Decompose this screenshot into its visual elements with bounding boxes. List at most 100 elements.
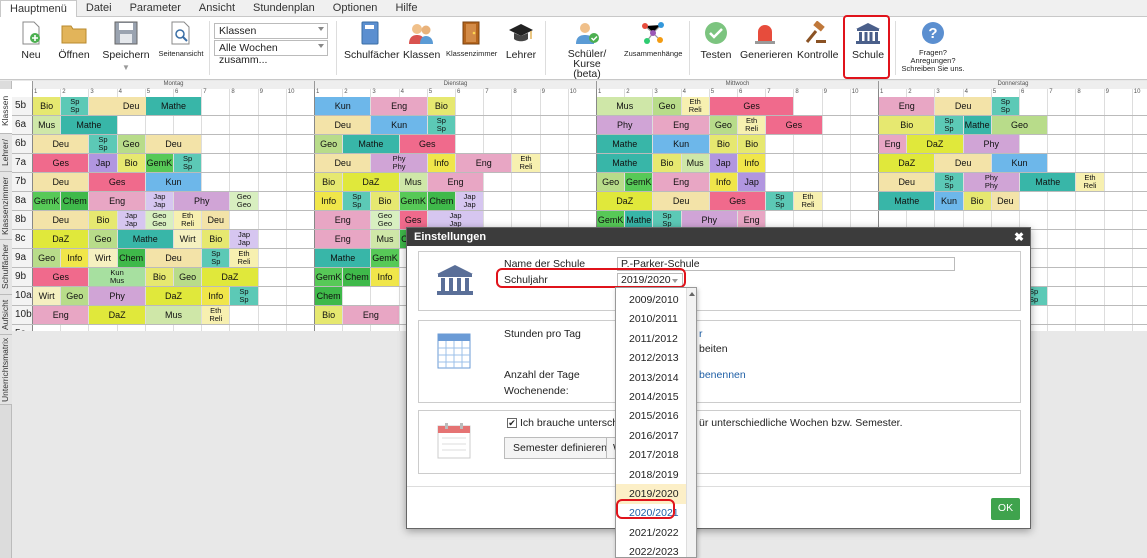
year-option[interactable]: 2014/2015 <box>616 387 687 407</box>
lesson-cell[interactable]: Mathe <box>1020 173 1076 191</box>
lesson-cell[interactable]: Mathe <box>879 192 935 210</box>
lesson-cell[interactable]: Eng <box>653 173 709 191</box>
year-option[interactable]: 2016/2017 <box>616 426 687 446</box>
lesson-cell[interactable]: Mus <box>371 230 399 248</box>
lesson-cell[interactable]: Eng <box>371 97 427 115</box>
lesson-cell[interactable]: Info <box>709 173 737 191</box>
lesson-cell[interactable]: Chem <box>61 192 89 210</box>
lesson-cell[interactable]: Geo <box>315 135 343 153</box>
lesson-cell[interactable]: Bio <box>117 154 145 172</box>
lesson-cell[interactable]: Phy Phy <box>371 154 427 172</box>
relations-button[interactable]: Zusammenhänge <box>624 20 682 58</box>
different-weeks-checkbox[interactable]: ✔ <box>507 418 517 428</box>
lesson-cell[interactable]: Bio <box>963 192 991 210</box>
lesson-cell[interactable]: Mathe <box>343 135 399 153</box>
lesson-cell[interactable]: DaZ <box>597 192 653 210</box>
year-option[interactable]: 2021/2022 <box>616 523 687 543</box>
class-label[interactable]: 9b <box>12 268 32 287</box>
lesson-cell[interactable]: Info <box>427 154 455 172</box>
lesson-cell[interactable]: Mus <box>33 116 61 134</box>
lesson-cell[interactable]: Geo <box>991 116 1048 134</box>
lesson-cell[interactable]: GemK <box>315 268 343 286</box>
lesson-cell[interactable]: Deu <box>315 154 371 172</box>
lesson-cell[interactable]: Eng <box>315 211 371 229</box>
tab-klassen[interactable]: Klassen <box>0 89 12 134</box>
lesson-cell[interactable]: SpSp <box>89 135 117 153</box>
lesson-cell[interactable]: GemK <box>399 192 427 210</box>
tab-schulfaecher[interactable]: Schulfächer <box>0 240 12 295</box>
subjects-button[interactable]: Schulfächer <box>344 20 399 61</box>
test-button[interactable]: Testen <box>699 20 733 61</box>
lesson-cell[interactable]: Deu <box>935 154 991 172</box>
menu-optionen[interactable]: Optionen <box>324 0 387 16</box>
tab-klassenzimmer[interactable]: Klassenzimmer <box>0 172 12 240</box>
lesson-cell[interactable]: Jap <box>709 154 737 172</box>
lesson-cell[interactable]: SpSp <box>766 192 794 210</box>
lesson-cell[interactable]: GemK <box>625 173 653 191</box>
dropdown-scrollbar[interactable] <box>686 288 696 557</box>
year-option[interactable]: 2018/2019 <box>616 465 687 485</box>
lesson-cell[interactable]: Deu <box>935 97 991 115</box>
lesson-cell[interactable]: Bio <box>371 192 399 210</box>
lesson-cell[interactable]: Deu <box>879 173 935 191</box>
lesson-cell[interactable]: SpSp <box>61 97 89 115</box>
lesson-cell[interactable]: Wirt <box>33 287 61 305</box>
feedback-button[interactable]: ? Fragen? Anregungen? Schreiben Sie uns. <box>900 20 966 73</box>
lesson-cell[interactable]: SpSp <box>230 287 258 305</box>
year-option[interactable]: 2010/2011 <box>616 309 687 329</box>
teachers-button[interactable]: Lehrer <box>505 20 537 61</box>
lesson-cell[interactable]: Geo <box>174 268 202 286</box>
lesson-cell[interactable]: Deu <box>202 211 230 229</box>
lesson-cell[interactable]: Bio <box>315 173 343 191</box>
lesson-cell[interactable]: DaZ <box>202 268 258 286</box>
lesson-cell[interactable]: Chem <box>427 192 455 210</box>
lesson-cell[interactable]: Mus <box>597 97 653 115</box>
lesson-cell[interactable]: GemK <box>33 192 61 210</box>
weeks-select[interactable]: Alle Wochen zusamm... <box>214 40 328 66</box>
lesson-cell[interactable]: Kun <box>653 135 709 153</box>
classrooms-button[interactable]: Klassenzimmer <box>446 20 497 58</box>
lesson-cell[interactable]: Eng <box>653 116 709 134</box>
lesson-cell[interactable]: Ges <box>709 192 766 210</box>
tab-aufsicht[interactable]: Aufsicht <box>0 295 12 335</box>
lesson-cell[interactable]: Mathe <box>61 116 117 134</box>
lesson-cell[interactable]: SpSp <box>991 97 1019 115</box>
lesson-cell[interactable]: Mathe <box>597 154 653 172</box>
lesson-cell[interactable]: DaZ <box>907 135 963 153</box>
lesson-cell[interactable]: Chem <box>117 249 145 267</box>
lesson-cell[interactable]: Jap <box>89 154 117 172</box>
lesson-cell[interactable]: Eth Reli <box>202 306 230 324</box>
lesson-cell[interactable]: Bio <box>709 135 737 153</box>
lesson-cell[interactable]: SpSp <box>427 116 455 134</box>
class-label[interactable]: 10a <box>12 287 32 306</box>
lesson-cell[interactable]: Eth Reli <box>681 97 709 115</box>
menu-hauptmenu[interactable]: Hauptmenü <box>0 0 77 18</box>
lesson-cell[interactable]: Eth Reli <box>230 249 258 267</box>
class-label[interactable]: 7a <box>12 154 32 173</box>
class-label[interactable]: 9a <box>12 249 32 268</box>
lesson-cell[interactable]: Bio <box>879 116 935 134</box>
lesson-cell[interactable]: Mathe <box>117 230 173 248</box>
class-label[interactable]: 7b <box>12 173 32 192</box>
edit-hours-text[interactable]: beiten <box>699 343 728 355</box>
menu-datei[interactable]: Datei <box>77 0 121 16</box>
lesson-cell[interactable]: Ges <box>399 135 455 153</box>
lesson-cell[interactable]: Phy <box>89 287 145 305</box>
view-select[interactable]: Klassen <box>214 23 328 39</box>
lesson-cell[interactable]: Jap Jap <box>117 211 145 229</box>
lesson-cell[interactable]: Jap Jap <box>456 192 484 210</box>
lesson-cell[interactable]: Bio <box>89 211 117 229</box>
lesson-cell[interactable]: Mathe <box>597 135 653 153</box>
lesson-cell[interactable]: Mus <box>681 154 709 172</box>
year-option[interactable]: 2013/2014 <box>616 368 687 388</box>
lesson-cell[interactable]: Mus <box>399 173 427 191</box>
lesson-cell[interactable]: Info <box>738 154 766 172</box>
open-button[interactable]: Öffnen <box>58 20 90 61</box>
menu-hilfe[interactable]: Hilfe <box>386 0 426 16</box>
year-option[interactable]: 2011/2012 <box>616 329 687 349</box>
lesson-cell[interactable]: Eng <box>89 192 145 210</box>
lesson-cell[interactable]: DaZ <box>89 306 145 324</box>
lesson-cell[interactable]: Deu <box>145 249 202 267</box>
menu-stundenplan[interactable]: Stundenplan <box>244 0 324 16</box>
lesson-cell[interactable]: Geo Geo <box>371 211 399 229</box>
